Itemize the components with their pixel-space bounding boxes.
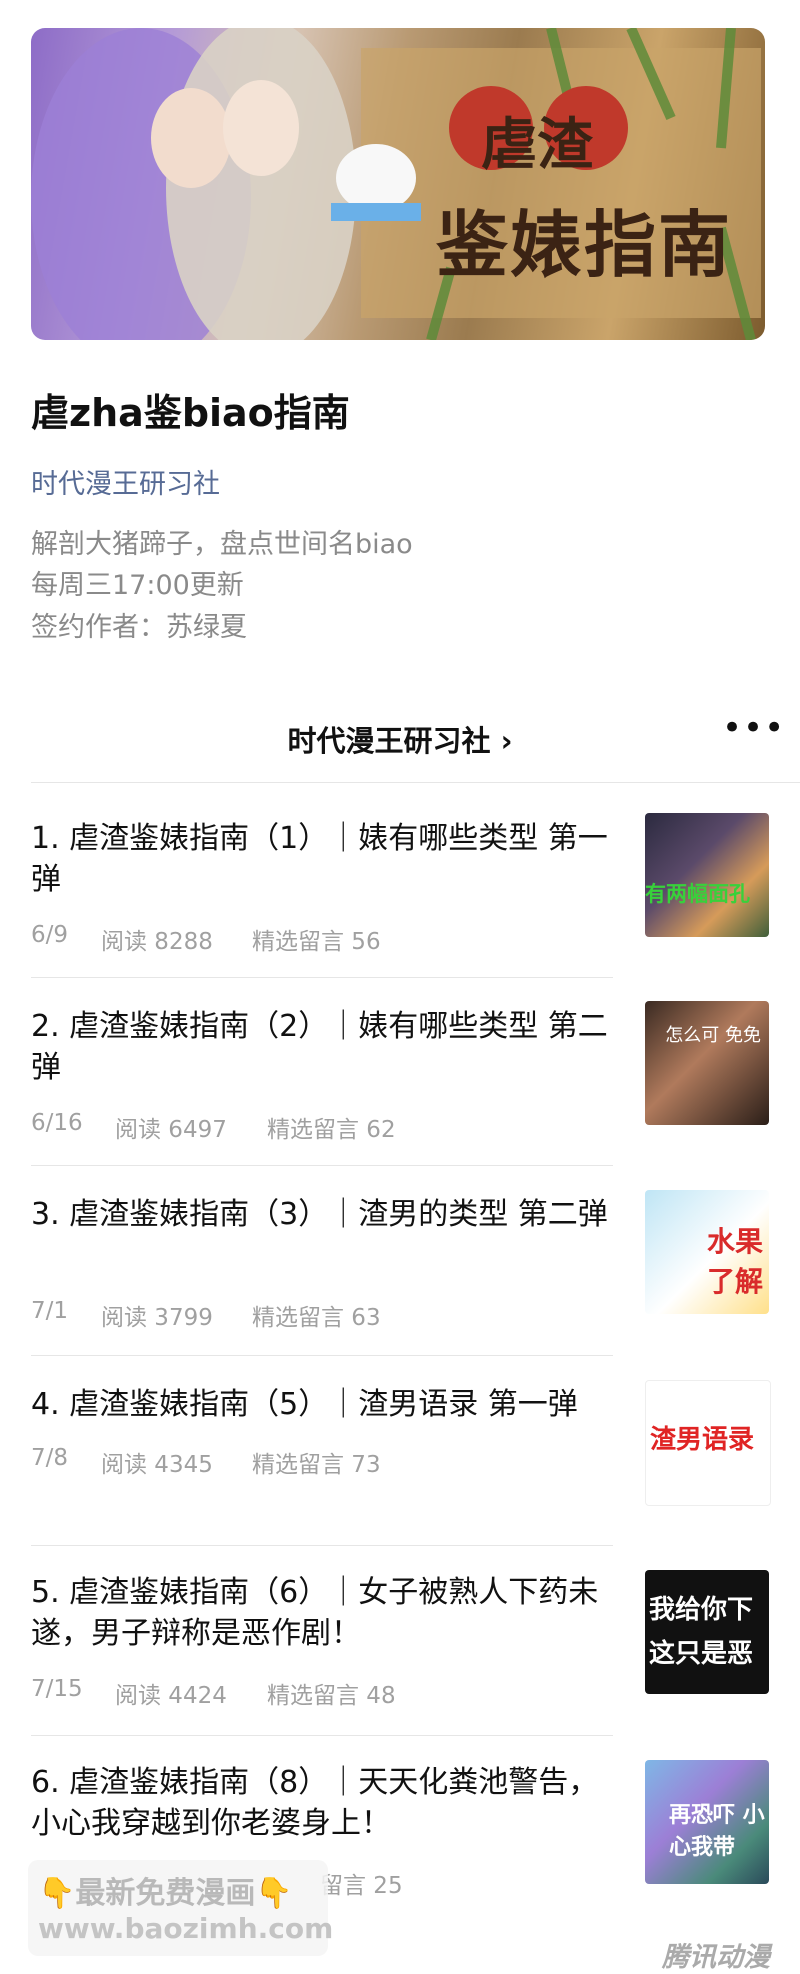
divider — [31, 1355, 613, 1356]
update-schedule: 每周三17:00更新 — [31, 570, 244, 601]
watermark-text: 👇最新免费漫画👇 — [38, 1876, 293, 1911]
article-item[interactable]: 2. 虐渣鉴婊指南（2）｜婊有哪些类型 第二弹 — [31, 1006, 611, 1088]
article-item[interactable]: 6. 虐渣鉴婊指南（8）｜天天化粪池警告，小心我穿越到你老婆身上！ — [31, 1762, 611, 1844]
divider — [31, 782, 800, 783]
thumbnail-caption: 渣男语录 — [650, 1425, 755, 1455]
article-comments: 精选留言 62 — [267, 1117, 396, 1143]
article-comments: 精选留言 48 — [267, 1683, 396, 1709]
banner-title-line2: 鉴婊指南 — [436, 202, 733, 287]
article-item[interactable]: 4. 虐渣鉴婊指南（5）｜渣男语录 第一弹 — [31, 1384, 611, 1425]
banner-illustration — [31, 28, 761, 340]
article-title[interactable]: 5. 虐渣鉴婊指南（6）｜女子被熟人下药未遂，男子辩称是恶作剧！ — [31, 1572, 611, 1654]
article-reads: 阅读 6497 — [115, 1117, 227, 1143]
article-thumbnail[interactable]: 怎么可 免免 — [645, 1001, 769, 1125]
article-comments: 精选留言 56 — [252, 929, 381, 955]
article-reads: 阅读 4345 — [101, 1452, 213, 1478]
article-reads: 阅读 8288 — [101, 929, 213, 955]
cover-banner: 虐渣 鉴婊指南 — [31, 28, 765, 340]
article-comments: 留言 25 — [320, 1873, 403, 1899]
article-title[interactable]: 6. 虐渣鉴婊指南（8）｜天天化粪池警告，小心我穿越到你老婆身上！ — [31, 1762, 611, 1844]
thumbnail-caption: 再恐吓 小心我带 — [669, 1803, 765, 1860]
thumbnail-caption: 有两幅面孔 — [645, 882, 750, 906]
page-title: 虐zha鉴biao指南 — [31, 391, 350, 435]
description-line: 解剖大猪蹄子，盘点世间名biao — [31, 529, 413, 560]
article-thumbnail[interactable]: 再恐吓 小心我带 — [645, 1760, 769, 1884]
article-title[interactable]: 2. 虐渣鉴婊指南（2）｜婊有哪些类型 第二弹 — [31, 1006, 611, 1088]
article-item[interactable]: 5. 虐渣鉴婊指南（6）｜女子被熟人下药未遂，男子辩称是恶作剧！ — [31, 1572, 611, 1654]
article-comments: 精选留言 63 — [252, 1305, 381, 1331]
article-thumbnail[interactable]: 我给你下 这只是恶 — [645, 1570, 769, 1694]
article-reads: 阅读 4424 — [115, 1683, 227, 1709]
divider — [31, 1735, 613, 1736]
article-date: 6/16 — [31, 1110, 83, 1136]
article-thumbnail[interactable]: 有两幅面孔 — [645, 813, 769, 937]
divider — [31, 1545, 613, 1546]
divider — [31, 1165, 613, 1166]
article-title[interactable]: 1. 虐渣鉴婊指南（1）｜婊有哪些类型 第一弹 — [31, 818, 611, 900]
article-title[interactable]: 3. 虐渣鉴婊指南（3）｜渣男的类型 第二弹 — [31, 1194, 611, 1235]
article-date: 7/1 — [31, 1298, 69, 1324]
article-reads: 阅读 3799 — [101, 1305, 213, 1331]
article-thumbnail[interactable]: 水果 了解 — [645, 1190, 769, 1314]
thumbnail-caption: 水果 了解 — [706, 1225, 763, 1298]
article-date: 6/9 — [31, 922, 69, 948]
account-nav-link[interactable]: 时代漫王研习社 › — [0, 718, 800, 760]
watermark-url: www.baozimh.com — [38, 1912, 334, 1945]
account-name-link[interactable]: 时代漫王研习社 — [31, 462, 220, 501]
article-item[interactable]: 1. 虐渣鉴婊指南（1）｜婊有哪些类型 第一弹 — [31, 818, 611, 900]
article-comments: 精选留言 73 — [252, 1452, 381, 1478]
article-title[interactable]: 4. 虐渣鉴婊指南（5）｜渣男语录 第一弹 — [31, 1384, 611, 1425]
article-item[interactable]: 3. 虐渣鉴婊指南（3）｜渣男的类型 第二弹 — [31, 1194, 611, 1235]
tencent-comics-logo: 腾讯动漫 — [662, 1942, 770, 1973]
article-date: 7/15 — [31, 1676, 83, 1702]
article-date: 7/8 — [31, 1445, 69, 1471]
more-options-icon[interactable]: ••• — [722, 708, 785, 748]
banner-title-line1: 虐渣 — [481, 112, 593, 178]
thumbnail-caption: 我给你下 这只是恶 — [649, 1595, 754, 1669]
thumbnail-caption: 怎么可 免免 — [665, 1025, 761, 1046]
article-thumbnail[interactable]: 渣男语录 — [645, 1380, 771, 1506]
divider — [31, 977, 613, 978]
author-line: 签约作者：苏绿夏 — [31, 612, 247, 643]
